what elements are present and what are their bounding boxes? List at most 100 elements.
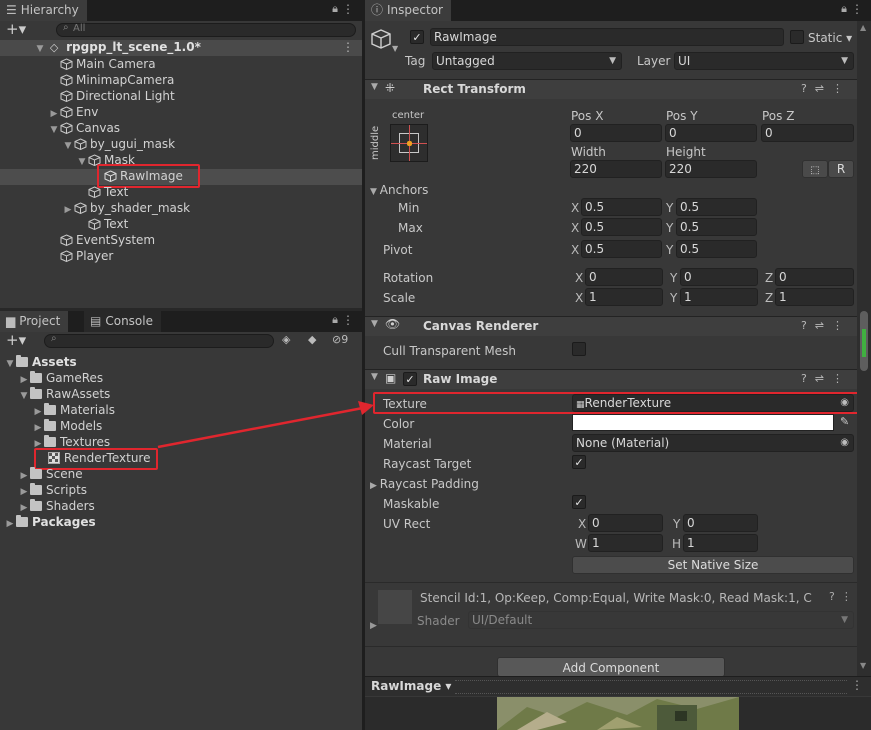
static-checkbox[interactable]	[790, 30, 804, 44]
expand-arrow-icon[interactable]: ▼	[18, 388, 30, 404]
list-item[interactable]: EventSystem	[48, 232, 155, 248]
raw-image-enabled-checkbox[interactable]: ✓	[403, 372, 417, 386]
tab-hierarchy[interactable]: ☰ Hierarchy	[0, 0, 87, 21]
component-menu-icons[interactable]: ?⇌⋮	[801, 82, 851, 95]
list-item[interactable]: ▼ Assets	[4, 354, 77, 370]
scale-x-field[interactable]: 1	[585, 288, 663, 306]
expand-arrow-icon[interactable]: ▼	[62, 138, 74, 154]
foldout-arrow-icon[interactable]: ▼	[371, 372, 378, 382]
hidden-visibility-icon[interactable]: ⊘9	[332, 333, 348, 346]
scroll-up-icon[interactable]: ▲	[860, 23, 866, 32]
rect-transform-header[interactable]: ▼ ⁜ Rect Transform ?⇌⋮	[365, 79, 857, 99]
lock-icon[interactable]: 🔒︎	[332, 313, 338, 327]
anchors-foldout[interactable]: ▼ Anchors	[370, 182, 428, 200]
color-swatch[interactable]	[572, 414, 834, 431]
object-name-field[interactable]: RawImage	[430, 28, 784, 46]
expand-arrow-icon[interactable]: ▶	[62, 202, 74, 218]
scale-z-field[interactable]: 1	[775, 288, 854, 306]
list-item[interactable]: ▶ GameRes	[18, 370, 103, 386]
label-filter-icon[interactable]: ◆	[308, 333, 316, 346]
width-field[interactable]: 220	[570, 160, 662, 178]
height-field[interactable]: 220	[665, 160, 757, 178]
raycast-target-checkbox[interactable]: ✓	[572, 455, 586, 469]
anchor-max-x-field[interactable]: 0.5	[581, 218, 662, 236]
pos-z-field[interactable]: 0	[761, 124, 854, 142]
static-dropdown[interactable]: Static ▾	[808, 30, 852, 46]
list-item[interactable]: Text	[76, 184, 128, 200]
pos-x-field[interactable]: 0	[570, 124, 662, 142]
expand-arrow-icon[interactable]: ▼	[48, 122, 60, 138]
active-checkbox[interactable]: ✓	[410, 30, 424, 44]
filter-type-icon[interactable]: ◈	[282, 333, 290, 346]
list-item[interactable]: ▶ Env	[48, 104, 99, 120]
shader-dropdown[interactable]: UI/Default ▼	[468, 611, 854, 629]
anchor-min-y-field[interactable]: 0.5	[676, 198, 757, 216]
list-item[interactable]: ▶ Packages	[4, 514, 96, 530]
tab-console[interactable]: ▤ Console	[84, 311, 161, 332]
anchor-min-x-field[interactable]: 0.5	[581, 198, 662, 216]
scroll-down-icon[interactable]: ▼	[860, 661, 866, 670]
eyedropper-icon[interactable]: ✎	[840, 415, 849, 428]
list-item[interactable]: ▶ Scene	[18, 466, 83, 482]
list-item[interactable]: ▶ Models	[32, 418, 102, 434]
object-picker-icon[interactable]: ◉	[840, 435, 849, 451]
uv-y-field[interactable]: 0	[683, 514, 758, 532]
material-menu-icons[interactable]: ?⋮	[829, 590, 858, 603]
drag-handle[interactable]	[455, 680, 847, 694]
rotation-y-field[interactable]: 0	[680, 268, 758, 286]
tag-dropdown[interactable]: Untagged ▼	[432, 52, 622, 70]
material-field[interactable]: None (Material) ◉	[572, 434, 854, 452]
expand-arrow-icon[interactable]: ▶	[4, 516, 16, 532]
project-search-input[interactable]: ⌕	[44, 333, 274, 348]
create-button[interactable]: +▾	[6, 332, 26, 349]
pivot-y-field[interactable]: 0.5	[676, 240, 757, 258]
list-item[interactable]: ▼ RawAssets	[18, 386, 110, 402]
icon-dropdown-icon[interactable]: ▼	[392, 44, 398, 53]
lock-icon[interactable]: 🔒︎	[332, 2, 338, 16]
raw-image-header[interactable]: ▼ ▣ ✓ Raw Image ?⇌⋮	[365, 369, 857, 389]
foldout-arrow-icon[interactable]: ▶	[370, 621, 377, 631]
scrollbar-thumb[interactable]	[860, 311, 868, 371]
list-item[interactable]: ▶ Scripts	[18, 482, 87, 498]
list-item[interactable]: MinimapCamera	[48, 72, 174, 88]
list-item[interactable]: ▶ by_shader_mask	[62, 200, 191, 218]
pos-y-field[interactable]: 0	[665, 124, 757, 142]
more-menu-icon[interactable]: ⋮	[851, 678, 863, 692]
component-menu-icons[interactable]: ?⇌⋮	[801, 319, 851, 332]
list-item[interactable]: ▼ by_ugui_mask	[62, 136, 176, 154]
uv-h-field[interactable]: 1	[683, 534, 758, 552]
list-item[interactable]: Player	[48, 248, 113, 264]
list-item[interactable]: ▶ Materials	[32, 402, 115, 418]
raycast-padding-foldout[interactable]: ▶ Raycast Padding	[370, 476, 479, 494]
cull-transparent-checkbox[interactable]	[572, 342, 586, 356]
anchor-max-y-field[interactable]: 0.5	[676, 218, 757, 236]
foldout-arrow-icon[interactable]: ▼	[371, 82, 378, 92]
inspector-scrollbar[interactable]: ▲ ▼	[857, 21, 871, 676]
list-item[interactable]: Directional Light	[48, 88, 175, 104]
more-menu-icon[interactable]: ⋮	[342, 313, 354, 327]
rotation-x-field[interactable]: 0	[585, 268, 663, 286]
tab-project[interactable]: ▆ Project	[0, 311, 69, 332]
foldout-arrow-icon[interactable]: ▼	[371, 319, 378, 329]
list-item[interactable]: Main Camera	[48, 56, 156, 72]
expand-arrow-icon[interactable]: ▼	[34, 44, 46, 54]
add-button[interactable]: +▾	[6, 21, 26, 38]
maskable-checkbox[interactable]: ✓	[572, 495, 586, 509]
tab-inspector[interactable]: ⓘ Inspector	[365, 0, 451, 21]
search-input[interactable]: ⌕ All	[56, 22, 356, 37]
scene-menu-icon[interactable]: ⋮	[342, 40, 354, 54]
lock-icon[interactable]: 🔒︎	[841, 2, 847, 16]
canvas-renderer-header[interactable]: ▼ 👁︎ Canvas Renderer ?⇌⋮	[365, 316, 857, 336]
uv-x-field[interactable]: 0	[588, 514, 663, 532]
expand-arrow-icon[interactable]: ▼	[4, 356, 16, 372]
scale-y-field[interactable]: 1	[680, 288, 758, 306]
component-menu-icons[interactable]: ?⇌⋮	[801, 372, 851, 385]
list-item[interactable]: ▼ Canvas	[48, 120, 121, 138]
add-component-button[interactable]: Add Component	[497, 657, 725, 677]
scene-row[interactable]: ▼ ◇ rpgpp_lt_scene_1.0* ⋮	[0, 40, 362, 56]
raw-edit-button[interactable]: R	[828, 160, 854, 178]
anchor-preset-button[interactable]	[390, 124, 428, 162]
set-native-size-button[interactable]: Set Native Size	[572, 556, 854, 574]
rotation-z-field[interactable]: 0	[775, 268, 854, 286]
more-menu-icon[interactable]: ⋮	[851, 2, 863, 16]
